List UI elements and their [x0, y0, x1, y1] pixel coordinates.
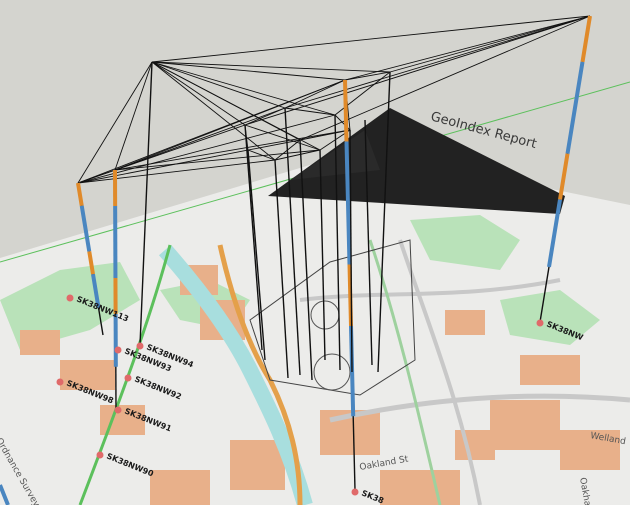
wire-edge — [151, 15, 591, 63]
stratum-segment — [580, 15, 592, 63]
wire-edge — [389, 15, 591, 73]
wire-edge — [151, 61, 336, 116]
wire-edge — [77, 124, 246, 184]
3d-viewport[interactable]: GeoIndex Report Ordnance Survey Welland … — [0, 0, 630, 505]
geo-3d-scene[interactable]: GeoIndex Report Ordnance Survey Welland … — [0, 0, 630, 505]
stratum-segment — [565, 61, 585, 155]
wire-edge — [284, 107, 336, 116]
wire-edge — [344, 15, 591, 81]
wire-edge — [284, 79, 346, 109]
stratum-segment — [76, 182, 84, 207]
stratum-segment — [343, 79, 349, 142]
borehole-marker[interactable] — [124, 374, 132, 382]
borehole-marker[interactable] — [114, 346, 122, 354]
building — [380, 470, 460, 505]
borehole-marker[interactable] — [114, 406, 122, 414]
building — [520, 355, 580, 385]
wire-edge — [284, 15, 591, 109]
wire-edge — [77, 139, 301, 184]
wire-edge — [151, 61, 286, 109]
borehole-marker[interactable] — [56, 378, 64, 386]
wire-edge — [151, 61, 246, 126]
wire-edge — [114, 107, 286, 171]
building — [445, 310, 485, 335]
borehole-marker[interactable] — [96, 451, 104, 459]
interpolated-surface — [268, 108, 565, 214]
wire-edge — [77, 61, 153, 184]
borehole-marker[interactable] — [66, 294, 74, 302]
borehole-marker[interactable] — [136, 342, 144, 350]
wire-edge — [114, 61, 153, 171]
building — [490, 400, 560, 450]
wire-edge — [151, 61, 276, 161]
building — [150, 470, 210, 505]
borehole-marker[interactable] — [536, 319, 544, 327]
building — [455, 430, 495, 460]
borehole-marker[interactable] — [351, 488, 359, 496]
building — [230, 440, 285, 490]
wire-edge — [151, 61, 391, 73]
building — [20, 330, 60, 355]
